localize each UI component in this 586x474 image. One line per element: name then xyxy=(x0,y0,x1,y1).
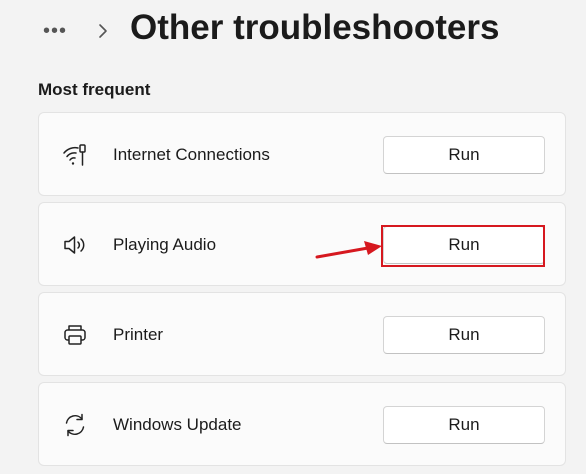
troubleshooter-card-internet: Internet Connections Run xyxy=(38,112,566,196)
item-label-windows-update: Windows Update xyxy=(113,415,242,434)
run-button-internet[interactable]: Run xyxy=(383,136,545,174)
page-title: Other troubleshooters xyxy=(130,8,500,47)
more-options-button[interactable]: ••• xyxy=(36,18,74,44)
speaker-icon xyxy=(61,231,89,259)
section-title: Most frequent xyxy=(38,80,151,99)
printer-icon xyxy=(61,321,89,349)
run-button-printer[interactable]: Run xyxy=(383,316,545,354)
item-label-printer: Printer xyxy=(113,325,164,344)
annotation-arrow-icon xyxy=(315,241,382,259)
run-button-windows-update[interactable]: Run xyxy=(383,406,545,444)
chevron-right-icon xyxy=(94,20,112,42)
troubleshooter-card-windows-update: Windows Update Run xyxy=(38,382,566,466)
item-label-internet: Internet Connections xyxy=(113,145,270,164)
breadcrumb-header: ••• Other troubleshooters xyxy=(0,0,586,66)
wifi-icon xyxy=(61,141,89,169)
sync-icon xyxy=(61,411,89,439)
item-label-audio: Playing Audio xyxy=(113,235,217,254)
troubleshooter-card-printer: Printer Run xyxy=(38,292,566,376)
annotation-highlight-box xyxy=(381,225,545,267)
